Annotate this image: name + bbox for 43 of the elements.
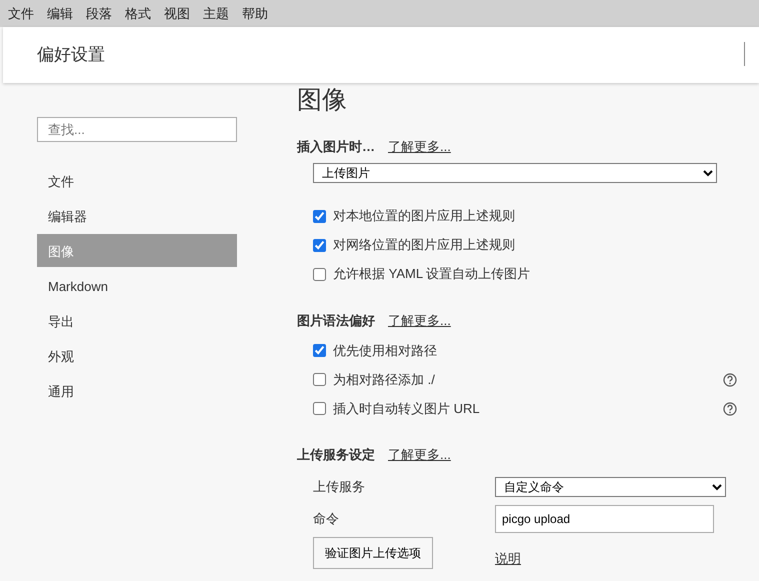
checkbox-label: 允许根据 YAML 设置自动上传图片 xyxy=(333,265,532,284)
checkbox-label: 为相对路径添加 ./ xyxy=(333,370,436,389)
command-field[interactable]: picgo upload xyxy=(495,504,714,532)
sidebar-item[interactable]: 导出 xyxy=(37,304,237,337)
checkbox[interactable] xyxy=(313,402,326,415)
checkbox-label: 优先使用相对路径 xyxy=(333,342,438,360)
field-label: 命令 xyxy=(313,510,340,528)
sidebar-item[interactable]: 外观 xyxy=(37,339,237,372)
window-title: 偏好设置 xyxy=(37,44,106,66)
menu-item[interactable]: 段落 xyxy=(86,0,112,27)
checkbox[interactable] xyxy=(313,210,326,222)
checkbox[interactable] xyxy=(313,268,326,280)
sidebar-item[interactable]: 编辑器 xyxy=(37,199,237,232)
checkbox[interactable] xyxy=(313,344,326,357)
verify-button[interactable]: 验证图片上传选项 xyxy=(313,536,433,568)
page-title: 图像 xyxy=(297,85,348,115)
menu-item[interactable]: 主题 xyxy=(203,0,229,27)
menu-item[interactable]: 编辑 xyxy=(47,0,73,27)
section-title: 图片语法偏好 xyxy=(297,312,375,330)
dropdown[interactable]: 自定义命令 xyxy=(495,476,726,496)
dropdown[interactable]: 上传图片 xyxy=(313,162,717,182)
checkbox-label: 插入时自动转义图片 URL xyxy=(333,400,481,418)
help-icon[interactable] xyxy=(723,402,737,416)
help-link[interactable]: 说明 xyxy=(495,549,521,568)
menu-item[interactable]: 文件 xyxy=(8,0,34,27)
menu-item[interactable]: 格式 xyxy=(125,0,151,27)
menu-item[interactable]: 帮助 xyxy=(242,0,268,27)
checkbox[interactable] xyxy=(313,373,326,386)
help-icon[interactable] xyxy=(723,372,737,386)
menu-item[interactable]: 视图 xyxy=(164,0,190,27)
sidebar-item[interactable]: 通用 xyxy=(37,374,237,407)
section-title: 上传服务设定 xyxy=(297,446,375,464)
section-title: 插入图片时… xyxy=(297,138,375,156)
field-label: 上传服务 xyxy=(313,478,366,496)
search-field[interactable]: 查找... xyxy=(37,117,237,142)
checkbox-label: 对网络位置的图片应用上述规则 xyxy=(333,236,516,254)
checkbox-label: 对本地位置的图片应用上述规则 xyxy=(333,207,516,226)
learn-more-link[interactable]: 了解更多... xyxy=(388,310,451,330)
sidebar-item[interactable]: 文件 xyxy=(37,164,237,197)
learn-more-link[interactable]: 了解更多... xyxy=(388,445,451,464)
checkbox[interactable] xyxy=(313,238,326,252)
sidebar-item[interactable]: Markdown xyxy=(37,269,237,302)
learn-more-link[interactable]: 了解更多... xyxy=(388,137,451,156)
